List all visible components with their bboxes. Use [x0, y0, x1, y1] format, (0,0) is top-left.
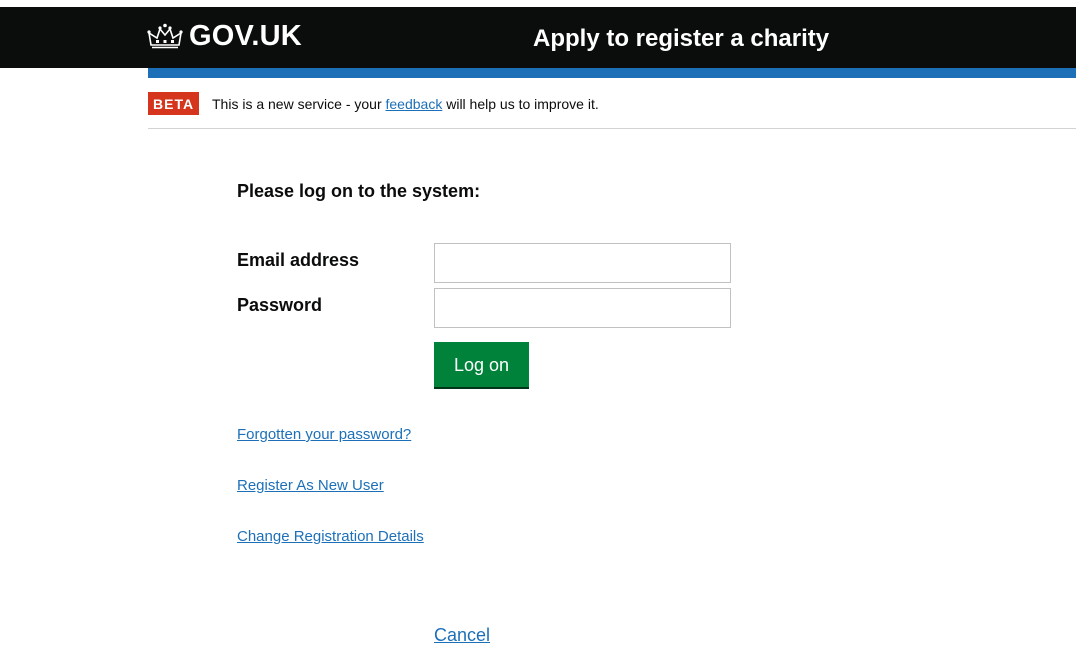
phase-banner-text: This is a new service - your feedback wi… [212, 95, 599, 113]
phase-banner: BETA This is a new service - your feedba… [148, 91, 1076, 129]
service-name-link[interactable]: Apply to register a charity [533, 25, 829, 53]
phase-text-before: This is a new service - your [212, 96, 386, 112]
log-on-button[interactable]: Log on [434, 342, 529, 387]
feedback-link[interactable]: feedback [386, 96, 443, 112]
password-label: Password [237, 295, 323, 315]
phase-text-after: will help us to improve it. [442, 96, 599, 112]
logo-text: GOV.UK [189, 20, 302, 52]
beta-tag: BETA [148, 92, 200, 115]
cancel-link[interactable]: Cancel [434, 624, 490, 646]
page-title: Please log on to the system: [237, 181, 481, 201]
header-accent-bar [148, 68, 1076, 78]
email-label: Email address [237, 250, 360, 270]
forgot-password-link[interactable]: Forgotten your password? [237, 425, 411, 445]
crown-icon [147, 23, 183, 49]
change-registration-link[interactable]: Change Registration Details [237, 527, 424, 547]
register-new-user-link[interactable]: Register As New User [237, 476, 384, 496]
email-field[interactable] [434, 243, 731, 283]
password-field[interactable] [434, 288, 731, 328]
govuk-logo-link[interactable]: GOV.UK [147, 21, 302, 51]
